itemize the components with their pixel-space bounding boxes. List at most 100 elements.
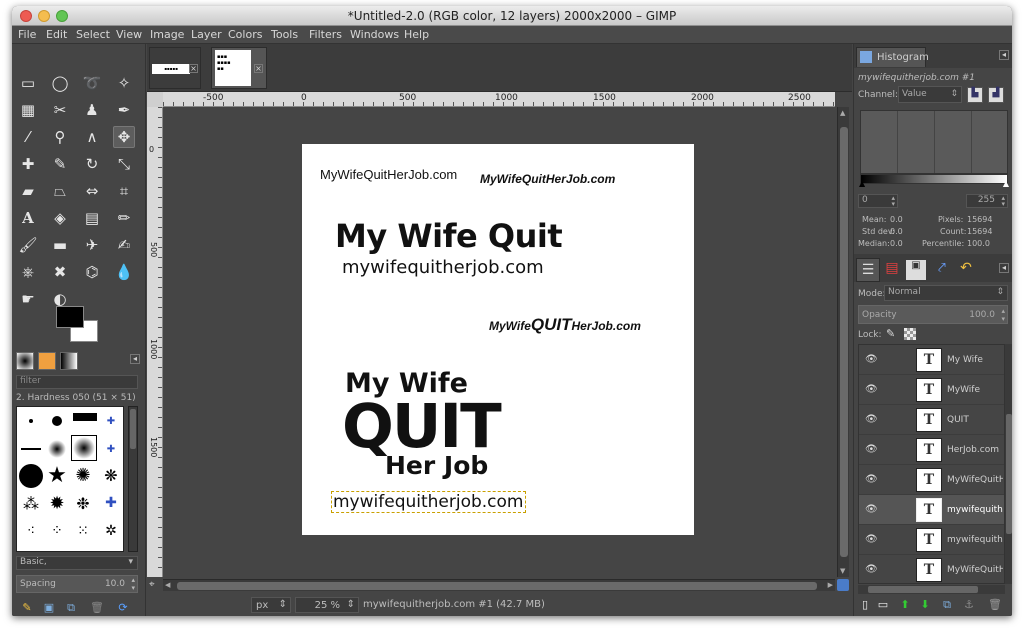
text-layer[interactable]: mywifequitherjob.com xyxy=(342,257,544,278)
smudge-icon[interactable]: ☛ xyxy=(17,288,39,310)
zoom-icon[interactable]: ⚲ xyxy=(49,126,71,148)
range-marker-icon[interactable]: ▲ xyxy=(1003,179,1009,188)
tab-menu-icon[interactable]: ◂ xyxy=(130,354,140,364)
new-layer-icon[interactable]: ▯ xyxy=(858,598,872,612)
scroll-thumb[interactable] xyxy=(868,586,978,593)
align-icon[interactable]: ✚ xyxy=(17,153,39,175)
delete-brush-icon[interactable]: 🗑 xyxy=(90,601,104,615)
spacing-slider[interactable]: Spacing 10.0 ▴ ▾ xyxy=(16,575,138,593)
scroll-up-icon[interactable]: ▲ xyxy=(840,109,848,117)
menu-edit[interactable]: Edit xyxy=(46,28,67,41)
quick-mask-icon[interactable] xyxy=(837,579,849,591)
tab-histogram[interactable]: Histogram xyxy=(856,47,929,67)
log-histogram-button[interactable]: ▟ xyxy=(988,87,1004,103)
text-tool-icon[interactable]: A xyxy=(17,207,39,229)
image-tab-2[interactable]: ▪▪▪ ▪▪▪▪ ▪▪ × xyxy=(211,47,267,89)
eye-icon[interactable]: 👁 xyxy=(865,474,878,485)
color-picker-icon[interactable]: ⁄ xyxy=(17,126,39,148)
flip-icon[interactable]: ⇔ xyxy=(81,180,103,202)
blur-icon[interactable]: 💧 xyxy=(113,261,135,283)
layer-row[interactable]: 👁 T QUIT xyxy=(859,405,1004,435)
mode-select[interactable]: Normal ⇕ xyxy=(884,285,1008,301)
scroll-thumb[interactable] xyxy=(840,127,848,557)
foreground-select-icon[interactable]: ♟ xyxy=(81,99,103,121)
ink-icon[interactable]: ✍ xyxy=(113,234,135,256)
perspective-clone-icon[interactable]: ⌬ xyxy=(81,261,103,283)
image-tab-1[interactable]: ▪▪▪▪▪ × xyxy=(149,47,201,89)
navigate-icon[interactable]: ⌖ xyxy=(149,579,161,591)
brush-scrollbar[interactable] xyxy=(128,406,138,552)
histogram-graph[interactable] xyxy=(860,110,1008,174)
unit-select[interactable]: px ⇕ xyxy=(251,597,291,613)
text-layer[interactable]: MyWifeQuitHerJob.com xyxy=(320,167,457,182)
image-canvas[interactable]: MyWifeQuitHerJob.com MyWifeQuitHerJob.co… xyxy=(302,144,694,535)
new-layer-group-icon[interactable]: ▭ xyxy=(876,598,890,612)
undo-history-tab-icon[interactable]: ↶ xyxy=(956,260,976,280)
menu-windows[interactable]: Windows xyxy=(350,28,399,41)
horizontal-scrollbar[interactable]: ◀ ▶ xyxy=(163,579,835,591)
layer-row[interactable]: 👁 Tmywifequith xyxy=(859,525,1004,555)
ellipse-select-icon[interactable]: ◯ xyxy=(49,72,71,94)
menu-image[interactable]: Image xyxy=(150,28,184,41)
brush-grid[interactable]: ✚ ✚ ★ ✺ ❋ ⁂ ✹ ❉ ✚ ⁖ ⁘ ⁙ ✲ xyxy=(16,406,124,552)
layers-hscrollbar[interactable] xyxy=(858,585,1005,594)
layer-row[interactable]: 👁 T MyWife xyxy=(859,375,1004,405)
brush-preset-select[interactable]: Basic, ▾ xyxy=(16,556,138,570)
layer-row-selected[interactable]: 👁 Tmywifequith xyxy=(859,495,1004,525)
delete-layer-icon[interactable]: 🗑 xyxy=(988,598,1002,612)
layer-row[interactable]: 👁 T MyWifeQuitH xyxy=(859,555,1004,583)
eye-icon[interactable]: 👁 xyxy=(865,354,878,365)
measure-icon[interactable]: ∧ xyxy=(81,126,103,148)
layer-row[interactable]: 👁 T HerJob.com xyxy=(859,435,1004,465)
heal-icon[interactable]: ✖ xyxy=(49,261,71,283)
range-max-input[interactable]: 255 ▴ ▾ xyxy=(966,194,1008,208)
opacity-slider[interactable]: Opacity 100.0 ▴ ▾ xyxy=(858,305,1008,324)
airbrush-icon[interactable]: ✈ xyxy=(81,234,103,256)
bucket-fill-icon[interactable]: ◈ xyxy=(49,207,71,229)
layers-scrollbar[interactable] xyxy=(1005,344,1012,584)
layer-row[interactable]: 👁 T My Wife xyxy=(859,345,1004,375)
rect-select-icon[interactable]: ▭ xyxy=(17,72,39,94)
fuzzy-select-icon[interactable]: ✧ xyxy=(113,72,135,94)
brush-filter-input[interactable]: filter xyxy=(16,375,138,389)
zoom-select[interactable]: 25 % ⇕ xyxy=(295,597,359,613)
eye-icon[interactable]: 👁 xyxy=(865,384,878,395)
ruler-corner[interactable] xyxy=(147,92,163,107)
cage-transform-icon[interactable]: ⌗ xyxy=(113,180,135,202)
paths-tab-icon[interactable]: ▣ xyxy=(906,260,926,280)
pencil-icon[interactable]: ✏ xyxy=(113,207,135,229)
menu-view[interactable]: View xyxy=(116,28,142,41)
tab-menu-icon[interactable]: ◂ xyxy=(999,50,1009,60)
scale-icon[interactable]: ⤡ xyxy=(113,153,135,175)
duplicate-layer-icon[interactable]: ⧉ xyxy=(940,598,954,612)
scroll-down-icon[interactable]: ▼ xyxy=(840,567,848,575)
linear-histogram-button[interactable]: ▙ xyxy=(967,87,983,103)
vectors-tab-icon[interactable]: ⤤ xyxy=(932,260,952,280)
channel-select[interactable]: Value ⇕ xyxy=(898,86,962,103)
free-select-icon[interactable]: ➰ xyxy=(81,72,103,94)
lock-alpha-icon[interactable] xyxy=(904,328,916,340)
text-layer[interactable]: MyWifeQUITHerJob.com xyxy=(489,315,641,335)
range-min-input[interactable]: 0 ▴ ▾ xyxy=(858,194,898,208)
color-select-icon[interactable]: ▦ xyxy=(17,99,39,121)
scroll-thumb[interactable] xyxy=(177,582,817,590)
text-layer[interactable]: MyWifeQuitHerJob.com xyxy=(480,172,615,186)
vertical-ruler[interactable]: 0 500 1000 1500 xyxy=(147,107,163,577)
menu-select[interactable]: Select xyxy=(76,28,110,41)
edit-brush-icon[interactable]: ✎ xyxy=(20,601,34,615)
menu-help[interactable]: Help xyxy=(404,28,429,41)
anchor-layer-icon[interactable]: ⚓ xyxy=(962,598,976,612)
move-icon[interactable]: ✥ xyxy=(113,126,135,148)
layers-list[interactable]: 👁 T My Wife 👁 T MyWife 👁 T QUIT 👁 T HerJob.com 👁… xyxy=(858,344,1005,584)
eye-icon[interactable]: 👁 xyxy=(865,534,878,545)
scissors-select-icon[interactable]: ✂ xyxy=(49,99,71,121)
eye-icon[interactable]: 👁 xyxy=(865,504,878,515)
menu-filters[interactable]: Filters xyxy=(309,28,342,41)
eraser-icon[interactable]: ▬ xyxy=(49,234,71,256)
channels-tab-icon[interactable]: ▤ xyxy=(882,260,902,280)
clone-icon[interactable]: ⎈ xyxy=(17,261,39,283)
lower-layer-icon[interactable]: ⬇ xyxy=(918,598,932,612)
paths-icon[interactable]: ✒ xyxy=(113,99,135,121)
layer-row[interactable]: 👁 T MyWifeQuitH xyxy=(859,465,1004,495)
gradients-tab-icon[interactable] xyxy=(60,352,78,370)
